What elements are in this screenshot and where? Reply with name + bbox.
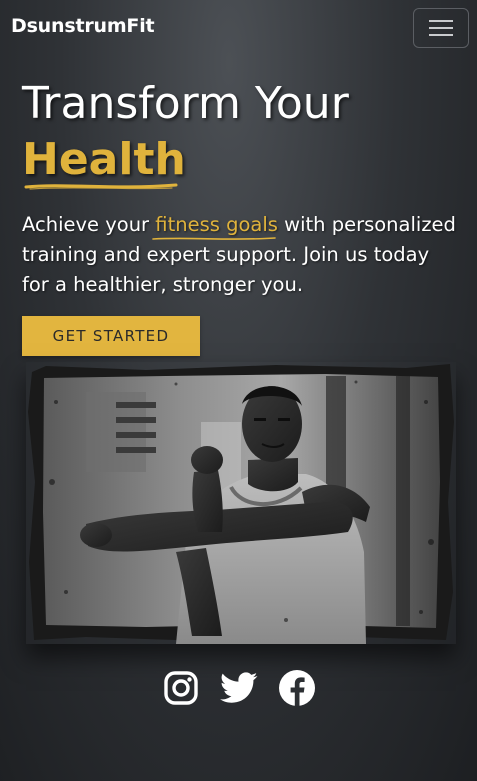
- man-stretching-arm-photo: [28, 364, 454, 644]
- social-links: [0, 668, 477, 712]
- twitter-icon: [219, 672, 257, 703]
- hero-description: Achieve your fitness goals with personal…: [22, 210, 462, 300]
- highlight-underline-decoration: [152, 237, 276, 240]
- hero-text-before: Achieve your: [22, 213, 156, 236]
- navbar-toggler-button[interactable]: [413, 8, 469, 48]
- brand-logo[interactable]: DsunstrumFit: [11, 15, 155, 37]
- accent-underline-decoration: [24, 183, 178, 190]
- hero-title-line1: Transform Your: [22, 78, 349, 129]
- facebook-icon: [278, 670, 315, 706]
- instagram-icon: [163, 671, 198, 705]
- instagram-link[interactable]: [162, 668, 200, 708]
- get-started-button[interactable]: GET STARTED: [22, 316, 200, 356]
- hero-text-highlight: fitness goals: [155, 213, 278, 236]
- hamburger-menu-icon: [429, 20, 453, 36]
- facebook-link[interactable]: [278, 668, 316, 708]
- hero-title: Transform Your Health: [22, 76, 462, 188]
- hero-image: [26, 362, 456, 644]
- navbar: DsunstrumFit: [0, 0, 477, 58]
- twitter-link[interactable]: [219, 668, 258, 708]
